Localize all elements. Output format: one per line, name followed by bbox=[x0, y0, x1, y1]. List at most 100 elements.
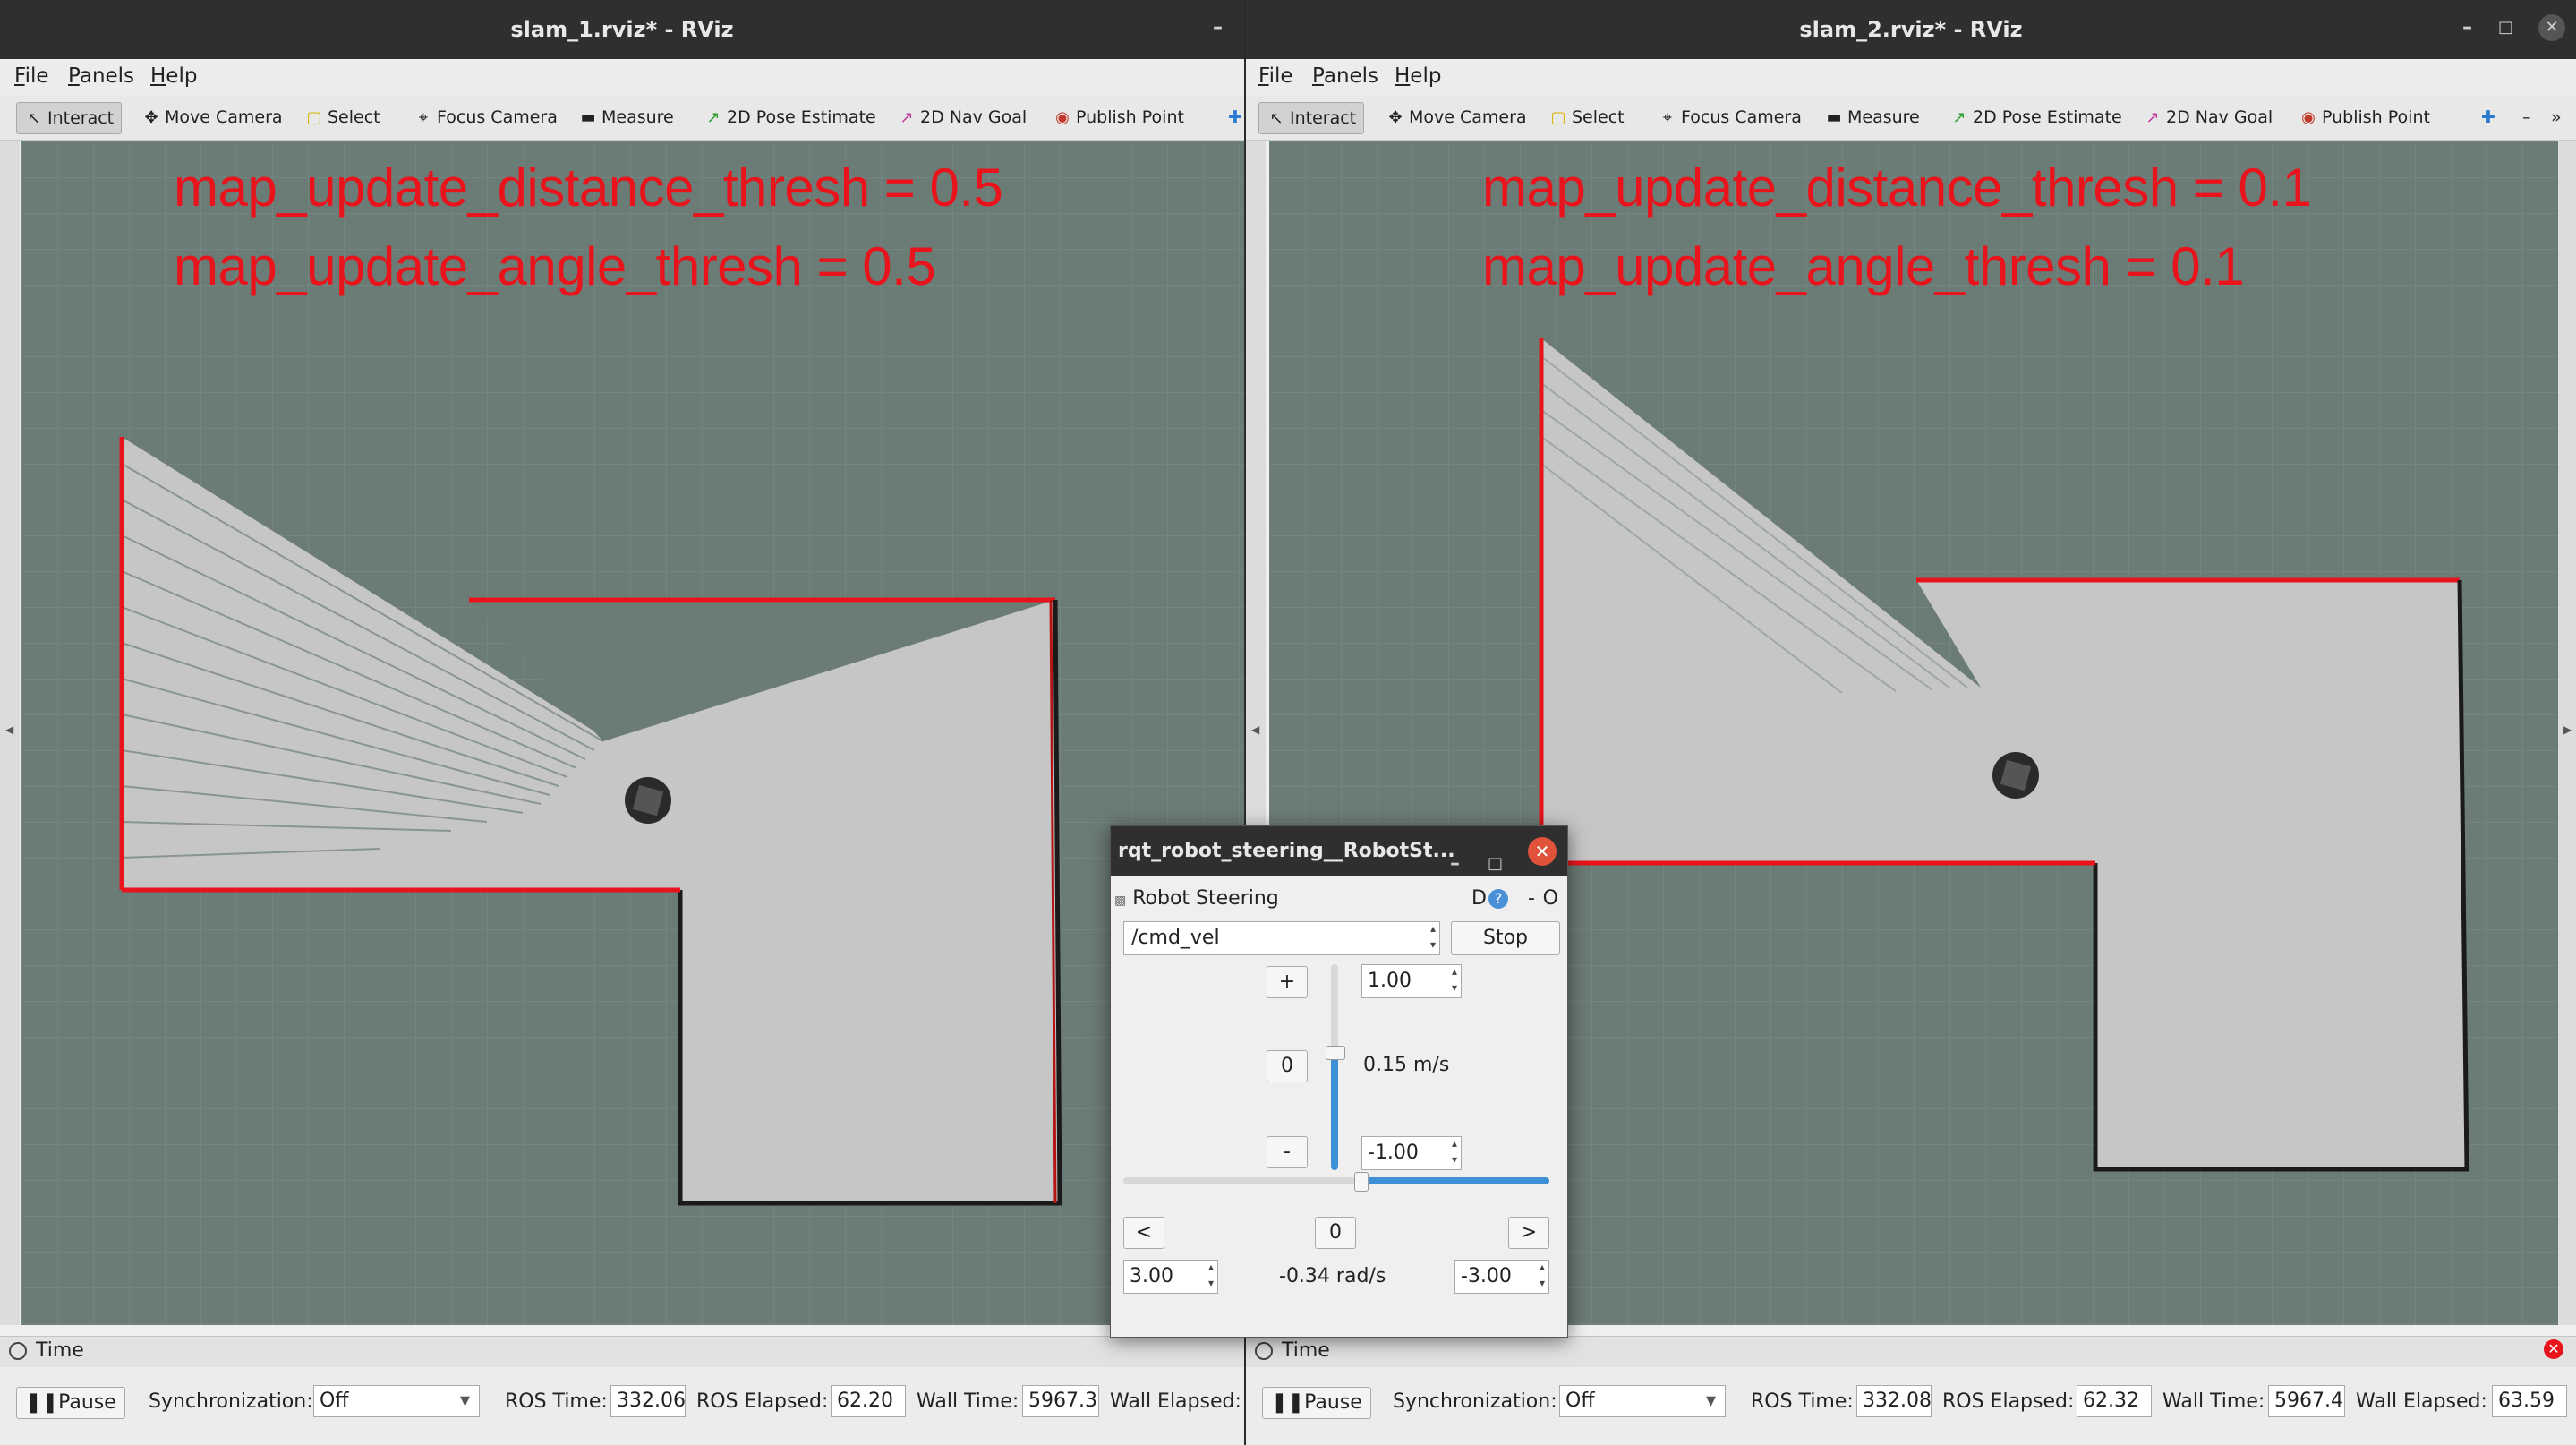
pin-icon: ◉ bbox=[2301, 108, 2316, 127]
robot-steering-dialog: rqt_robot_steering__RobotSt... – □ ✕ ▩ R… bbox=[1110, 825, 1568, 1338]
plugin-minimize-button[interactable]: - bbox=[1528, 885, 1535, 912]
linear-slider-fill bbox=[1331, 1051, 1338, 1170]
window-titlebar[interactable]: slam_1.rviz* - RViz – bbox=[0, 0, 1244, 59]
3d-viewport[interactable]: map_update_distance_thresh = 0.5 map_upd… bbox=[21, 141, 1244, 1325]
menu-help[interactable]: Help bbox=[1395, 64, 1441, 88]
tool-remove-icon[interactable]: – bbox=[2522, 102, 2531, 133]
tool-select[interactable]: ▢ Select bbox=[1548, 102, 1624, 133]
overlay-distance-thresh: map_update_distance_thresh = 0.1 bbox=[1482, 158, 2312, 218]
tool-move-camera[interactable]: ✥ Move Camera bbox=[141, 102, 282, 133]
linear-zero-button[interactable]: 0 bbox=[1267, 1050, 1308, 1082]
angular-right-button[interactable]: > bbox=[1508, 1217, 1549, 1249]
plugin-close-button[interactable]: O bbox=[1543, 885, 1558, 912]
angular-slider-handle[interactable] bbox=[1353, 1172, 1369, 1192]
angular-velocity-slider[interactable] bbox=[1123, 1172, 1549, 1192]
time-status-bar: ❚❚Pause Synchronization: Off ROS Time: 3… bbox=[1246, 1367, 2576, 1445]
linear-velocity-slider[interactable] bbox=[1326, 964, 1345, 1170]
maximize-icon[interactable]: □ bbox=[2498, 14, 2513, 41]
left-dock-handle[interactable]: ◀ bbox=[0, 141, 20, 1325]
wall-elapsed-label: Wall Elapsed: bbox=[2356, 1390, 2487, 1413]
overlay-distance-thresh: map_update_distance_thresh = 0.5 bbox=[174, 158, 1003, 218]
ros-elapsed-field: 62.20 bbox=[831, 1385, 906, 1417]
tool-bar: ↖ Interact ✥ Move Camera ▢ Select ⌖ Focus Ca… bbox=[0, 95, 1244, 141]
window-title: slam_1.rviz* - RViz bbox=[510, 17, 734, 42]
ruler-icon: ▬ bbox=[1826, 108, 1842, 127]
dock-button[interactable]: D bbox=[1471, 885, 1487, 912]
stop-button[interactable]: Stop bbox=[1451, 921, 1560, 955]
robot-marker bbox=[1992, 752, 2039, 799]
menu-file[interactable]: File bbox=[14, 64, 49, 88]
wall-elapsed-field: 63.59 bbox=[2492, 1385, 2567, 1417]
tool-overflow-icon[interactable]: ✚ bbox=[2481, 102, 2495, 133]
tool-2d-pose-estimate[interactable]: ↗ 2D Pose Estimate bbox=[704, 102, 875, 133]
linear-max-spinbox[interactable]: 1.00 bbox=[1361, 963, 1462, 998]
close-icon[interactable]: ✕ bbox=[2538, 14, 2565, 41]
tool-interact[interactable]: ↖ Interact bbox=[1258, 102, 1365, 134]
linear-increase-button[interactable]: + bbox=[1267, 966, 1308, 998]
window-titlebar[interactable]: slam_2.rviz* - RViz – □ ✕ bbox=[1246, 0, 2576, 59]
rviz-window-1: slam_1.rviz* - RViz – File Panels Help ↖… bbox=[0, 0, 1244, 1445]
angular-left-button[interactable]: < bbox=[1123, 1217, 1164, 1249]
dialog-titlebar[interactable]: rqt_robot_steering__RobotSt... – □ ✕ bbox=[1111, 826, 1567, 876]
pause-button[interactable]: ❚❚Pause bbox=[16, 1387, 125, 1419]
linear-velocity-readout: 0.15 m/s bbox=[1363, 1054, 1450, 1076]
pink-arrow-icon: ↗ bbox=[900, 108, 914, 127]
pin-icon: ◉ bbox=[1055, 108, 1070, 127]
tool-overflow-icon[interactable]: ✚ bbox=[1228, 102, 1242, 133]
cursor-icon: ↖ bbox=[27, 109, 41, 128]
pause-icon: ❚❚ bbox=[1271, 1391, 1305, 1414]
move-icon: ✥ bbox=[1388, 108, 1403, 127]
linear-decrease-button[interactable]: - bbox=[1267, 1136, 1308, 1168]
clock-icon bbox=[1255, 1342, 1273, 1360]
tool-measure[interactable]: ▬ Measure bbox=[578, 102, 673, 133]
time-panel-close-icon[interactable]: ✕ bbox=[2544, 1339, 2563, 1359]
pink-arrow-icon: ↗ bbox=[2145, 108, 2160, 127]
angular-velocity-readout: -0.34 rad/s bbox=[1279, 1265, 1386, 1287]
sync-dropdown[interactable]: Off bbox=[313, 1385, 480, 1417]
tool-publish-point[interactable]: ◉ Publish Point bbox=[1053, 102, 1184, 133]
time-panel-title: Time bbox=[1282, 1339, 1330, 1362]
tool-move-camera[interactable]: ✥ Move Camera bbox=[1386, 102, 1526, 133]
angular-max-spinbox[interactable]: 3.00 bbox=[1123, 1259, 1218, 1294]
time-panel-title: Time bbox=[36, 1339, 84, 1362]
menu-bar: File Panels Help bbox=[1246, 59, 2576, 95]
tool-2d-nav-goal[interactable]: ↗ 2D Nav Goal bbox=[2143, 102, 2273, 133]
tool-publish-point[interactable]: ◉ Publish Point bbox=[2299, 102, 2430, 133]
menu-file[interactable]: File bbox=[1258, 64, 1293, 88]
minimize-icon[interactable]: – bbox=[1450, 839, 1460, 889]
tool-focus-camera[interactable]: ⌖ Focus Camera bbox=[414, 102, 558, 133]
minimize-icon[interactable]: – bbox=[2462, 14, 2472, 41]
help-icon[interactable]: ? bbox=[1488, 889, 1508, 909]
angular-slider-fill bbox=[1360, 1177, 1549, 1184]
tool-select[interactable]: ▢ Select bbox=[304, 102, 380, 133]
ros-time-label: ROS Time: bbox=[505, 1390, 608, 1413]
linear-min-spinbox[interactable]: -1.00 bbox=[1361, 1135, 1462, 1170]
green-arrow-icon: ↗ bbox=[1952, 108, 1966, 127]
ros-elapsed-label: ROS Elapsed: bbox=[696, 1390, 829, 1413]
tool-interact[interactable]: ↖ Interact bbox=[16, 102, 123, 134]
tool-2d-pose-estimate[interactable]: ↗ 2D Pose Estimate bbox=[1949, 102, 2121, 133]
sync-dropdown[interactable]: Off bbox=[1559, 1385, 1726, 1417]
maximize-icon[interactable]: □ bbox=[1488, 839, 1503, 889]
linear-slider-handle[interactable] bbox=[1326, 1045, 1345, 1060]
wall-elapsed-label: Wall Elapsed: bbox=[1110, 1390, 1241, 1413]
minimize-icon[interactable]: – bbox=[1213, 14, 1223, 41]
time-panel-header: Time bbox=[1246, 1336, 2576, 1367]
toolbar-more-icon[interactable]: » bbox=[2551, 102, 2562, 133]
angular-min-spinbox[interactable]: -3.00 bbox=[1454, 1259, 1549, 1294]
plugin-title: Robot Steering bbox=[1132, 887, 1279, 910]
menu-help[interactable]: Help bbox=[150, 64, 197, 88]
angular-zero-button[interactable]: 0 bbox=[1315, 1217, 1356, 1249]
tool-2d-nav-goal[interactable]: ↗ 2D Nav Goal bbox=[897, 102, 1027, 133]
move-icon: ✥ bbox=[144, 108, 158, 127]
menu-panels[interactable]: Panels bbox=[68, 64, 134, 88]
pause-button[interactable]: ❚❚Pause bbox=[1262, 1387, 1371, 1419]
close-icon[interactable]: ✕ bbox=[1528, 837, 1557, 866]
sync-label: Synchronization: bbox=[1393, 1390, 1557, 1413]
tool-measure[interactable]: ▬ Measure bbox=[1824, 102, 1919, 133]
right-dock-handle[interactable]: ▶ bbox=[2558, 141, 2576, 1325]
tool-focus-camera[interactable]: ⌖ Focus Camera bbox=[1658, 102, 1802, 133]
menu-panels[interactable]: Panels bbox=[1312, 64, 1378, 88]
ros-time-field: 332.08 bbox=[1856, 1385, 1932, 1417]
topic-input[interactable]: /cmd_vel bbox=[1123, 920, 1440, 955]
